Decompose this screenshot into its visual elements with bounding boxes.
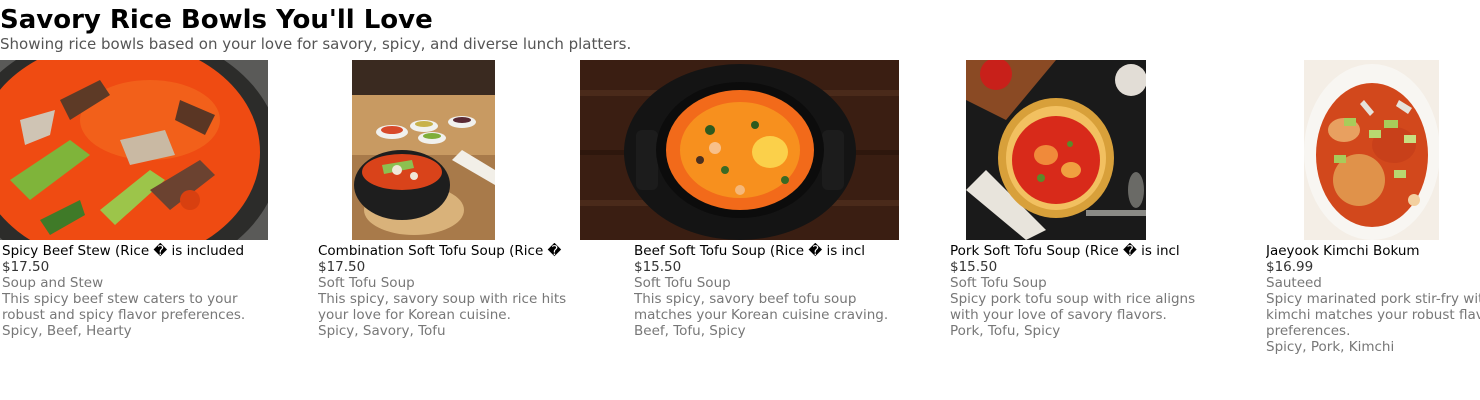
menu-item-tags: Pork, Tofu, Spicy [950, 323, 1061, 339]
menu-item-info: Spicy Beef Stew (Rice � is included $17.… [2, 243, 302, 339]
menu-item-description: This spicy beef stew caters to your robu… [2, 291, 246, 323]
menu-item-card[interactable]: Jaeyook Kimchi Bokum $16.99 Sauteed Spic… [1264, 60, 1480, 360]
menu-item-description: Spicy marinated pork stir-fry with kimch… [1266, 291, 1480, 339]
jaeyook-kimchi-bokum-photo[interactable] [1304, 60, 1439, 240]
menu-item-tags: Spicy, Beef, Hearty [2, 323, 132, 339]
menu-item-description: This spicy, savory soup with rice hits y… [318, 291, 567, 323]
menu-item-card[interactable]: Pork Soft Tofu Soup (Rice � is incl $15.… [948, 60, 1264, 360]
menu-item-tags: Spicy, Pork, Kimchi [1266, 339, 1395, 355]
combination-tofu-soup-photo[interactable] [352, 60, 495, 240]
menu-item-description: Spicy pork tofu soup with rice aligns wi… [950, 291, 1196, 323]
menu-item-category: Sauteed [1266, 275, 1322, 291]
menu-item-card[interactable]: Spicy Beef Stew (Rice � is included $17.… [0, 60, 316, 360]
menu-item-category: Soft Tofu Soup [318, 275, 415, 291]
menu-item-info: Beef Soft Tofu Soup (Rice � is incl $15.… [634, 243, 934, 339]
menu-item-tags: Beef, Tofu, Spicy [634, 323, 746, 339]
menu-item-name[interactable]: Jaeyook Kimchi Bokum [1266, 243, 1480, 259]
menu-item-category: Soft Tofu Soup [634, 275, 731, 291]
page-subtitle: Showing rice bowls based on your love fo… [0, 35, 632, 53]
beef-tofu-soup-photo[interactable] [580, 60, 899, 240]
menu-item-price: $15.50 [634, 259, 682, 275]
page-title: Savory Rice Bowls You'll Love [0, 5, 433, 35]
menu-item-card[interactable]: Beef Soft Tofu Soup (Rice � is incl $15.… [580, 60, 948, 360]
menu-item-info: Pork Soft Tofu Soup (Rice � is incl $15.… [950, 243, 1250, 339]
menu-item-info: Jaeyook Kimchi Bokum $16.99 Sauteed Spic… [1266, 243, 1480, 355]
menu-item-price: $17.50 [2, 259, 50, 275]
menu-item-name[interactable]: Spicy Beef Stew (Rice � is included [2, 243, 251, 259]
menu-item-price: $17.50 [318, 259, 366, 275]
menu-item-price: $16.99 [1266, 259, 1314, 275]
menu-item-description: This spicy, savory beef tofu soup matche… [634, 291, 889, 323]
pork-tofu-soup-photo[interactable] [966, 60, 1146, 240]
menu-item-name[interactable]: Combination Soft Tofu Soup (Rice � [318, 243, 567, 259]
menu-item-category: Soup and Stew [2, 275, 104, 291]
menu-item-category: Soft Tofu Soup [950, 275, 1047, 291]
spicy-beef-stew-photo[interactable] [0, 60, 268, 240]
menu-item-name[interactable]: Beef Soft Tofu Soup (Rice � is incl [634, 243, 883, 259]
menu-item-tags: Spicy, Savory, Tofu [318, 323, 446, 339]
menu-item-price: $15.50 [950, 259, 998, 275]
menu-item-info: Combination Soft Tofu Soup (Rice � $17.5… [318, 243, 618, 339]
menu-item-name[interactable]: Pork Soft Tofu Soup (Rice � is incl [950, 243, 1199, 259]
